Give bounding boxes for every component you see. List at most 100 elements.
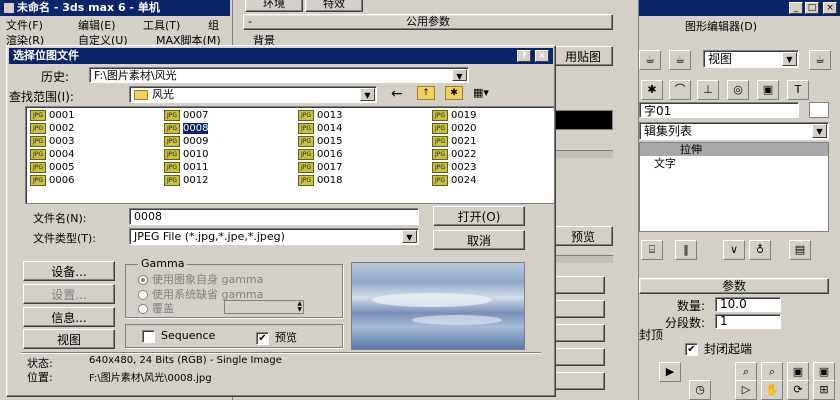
amount-input[interactable]: 10.0 — [715, 297, 781, 312]
file-item[interactable]: JPG 0008 — [164, 122, 210, 135]
file-item[interactable]: JPG 0005 — [30, 161, 74, 174]
side-button[interactable] — [553, 300, 605, 318]
view-menu-icon[interactable]: ▦▾ — [473, 86, 495, 100]
file-item[interactable]: JPG 0001 — [30, 109, 74, 122]
info-button[interactable]: 信息... — [23, 307, 115, 327]
file-item[interactable]: JPG 0017 — [298, 161, 342, 174]
view-button[interactable]: 视图 — [23, 329, 115, 349]
file-item[interactable]: JPG 0012 — [164, 174, 208, 187]
jpeg-file-icon: JPG — [432, 109, 448, 121]
file-item-label: 0010 — [183, 149, 209, 160]
open-button[interactable]: 打开(O) — [433, 206, 525, 226]
file-item-label: 0023 — [451, 162, 477, 173]
make-unique-icon[interactable]: ∨ — [723, 240, 745, 260]
remove-modifier-icon[interactable]: ♁ — [749, 240, 771, 260]
side-button[interactable] — [553, 324, 605, 342]
teapot-render-icon[interactable]: ☕ — [809, 50, 831, 70]
pin-stack-icon[interactable]: ⌸ — [641, 240, 663, 260]
maximize-viewport-icon[interactable]: ⊞ — [813, 380, 835, 400]
motion-tab-icon[interactable]: ◎ — [727, 80, 749, 100]
maximize-button[interactable]: □ — [805, 2, 819, 14]
history-dropdown[interactable]: F:\图片素材\风光 ▼ — [89, 67, 469, 83]
file-item[interactable]: JPG 0014 — [298, 122, 342, 135]
fov-icon[interactable]: ▷ — [735, 380, 757, 400]
cap-end-checkbox[interactable]: ✔ 封闭起端 — [685, 340, 752, 357]
object-color-swatch[interactable] — [809, 102, 829, 118]
pan-hand-icon[interactable]: ✋ — [761, 380, 783, 400]
file-item[interactable]: JPG 0024 — [432, 174, 476, 187]
file-item[interactable]: JPG 0015 — [298, 135, 342, 148]
file-item[interactable]: JPG 0019 — [432, 109, 476, 122]
use-map-button[interactable]: 用贴图 — [553, 46, 613, 66]
tab-environment[interactable]: 环境 — [245, 0, 303, 12]
color-swatch[interactable] — [553, 110, 613, 130]
devices-button[interactable]: 设备... — [23, 261, 115, 281]
file-item[interactable]: JPG 0023 — [432, 161, 476, 174]
file-item[interactable]: JPG 0004 — [30, 148, 74, 161]
zoom-extents-icon[interactable]: ▣ — [787, 362, 809, 382]
file-item[interactable]: JPG 0002 — [30, 122, 74, 135]
back-arrow-icon[interactable]: ← — [391, 86, 403, 102]
close-icon[interactable]: × — [823, 2, 837, 14]
zoom-all-icon[interactable]: ⌕ — [761, 362, 783, 382]
file-item[interactable]: JPG 0022 — [432, 148, 476, 161]
side-button[interactable] — [553, 276, 605, 294]
stack-item-text[interactable]: 文字 — [640, 157, 828, 170]
file-item[interactable]: JPG 0021 — [432, 135, 476, 148]
up-folder-icon[interactable]: ↑ — [417, 86, 435, 100]
file-item[interactable]: JPG 0016 — [298, 148, 342, 161]
show-end-result-icon[interactable]: ‖ — [675, 240, 697, 260]
file-item[interactable]: JPG 0010 — [164, 148, 208, 161]
filename-input[interactable]: 0008 — [129, 208, 419, 225]
menu-file[interactable]: 文件(F) — [6, 17, 43, 33]
play-icon[interactable]: ▶ — [659, 362, 681, 382]
minimize-button[interactable]: _ — [789, 2, 803, 14]
params-rollout[interactable]: 参数 — [639, 278, 829, 294]
hierarchy-tab-icon[interactable]: ⊥ — [697, 80, 719, 100]
new-folder-icon[interactable]: ✱ — [445, 86, 463, 100]
file-item[interactable]: JPG 0018 — [298, 174, 342, 187]
filetype-dropdown[interactable]: JPEG File (*.jpg,*.jpe,*.jpeg) ▼ — [129, 228, 419, 245]
file-list[interactable]: JPG 0001 JPG 0002 JPG 0003 JPG 0004 JPG 0005 JPG 00… — [25, 106, 555, 204]
file-item[interactable]: JPG 0003 — [30, 135, 74, 148]
arc-rotate-icon[interactable]: ⟳ — [787, 380, 809, 400]
zoom-icon[interactable]: ⌕ — [735, 362, 757, 382]
stack-item-extrude[interactable]: 拉伸 — [640, 143, 828, 156]
display-tab-icon[interactable]: ▣ — [757, 80, 779, 100]
menu-group[interactable]: 组 — [208, 17, 219, 33]
file-item[interactable]: JPG 0007 — [164, 109, 208, 122]
look-in-dropdown[interactable]: 风光 ▼ — [129, 86, 377, 103]
menu-edit[interactable]: 编辑(E) — [78, 17, 116, 33]
create-tab-icon[interactable]: ✱ — [641, 80, 663, 100]
zoom-extents-all-icon[interactable]: ▣ — [813, 362, 835, 382]
segments-input[interactable]: 1 — [715, 314, 781, 329]
modify-tab-icon[interactable]: ⌒ — [669, 80, 691, 100]
object-name-field[interactable]: 字01 — [639, 102, 799, 118]
preview-checkbox[interactable]: ✔ 预览 — [256, 329, 297, 345]
teapot-icon[interactable]: ☕ — [639, 50, 661, 70]
view-select[interactable]: 视图 ▼ — [703, 50, 799, 68]
time-config-icon[interactable]: ◷ — [689, 380, 711, 400]
rollout-common-params[interactable]: - 公用参数 — [243, 14, 613, 30]
file-item[interactable]: JPG 0009 — [164, 135, 208, 148]
side-button[interactable] — [553, 348, 605, 366]
configure-sets-icon[interactable]: ▤ — [789, 240, 811, 260]
help-button[interactable]: ? — [517, 50, 531, 62]
menu-graph-editors[interactable]: 图形编辑器(D) — [685, 18, 757, 34]
file-item[interactable]: JPG 0006 — [30, 174, 74, 187]
preview-button[interactable]: 预览 — [553, 226, 613, 246]
tab-effects[interactable]: 特效 — [305, 0, 363, 12]
side-button[interactable] — [553, 372, 605, 390]
jpeg-file-icon: JPG — [432, 161, 448, 173]
modifier-list-dropdown[interactable]: 辑集列表 ▼ — [639, 122, 829, 140]
menu-tools[interactable]: 工具(T) — [143, 17, 180, 33]
utilities-tab-icon[interactable]: T — [787, 80, 809, 100]
cancel-button[interactable]: 取消 — [433, 230, 525, 250]
file-item[interactable]: JPG 0013 — [298, 109, 342, 122]
sequence-checkbox[interactable]: Sequence — [142, 329, 215, 343]
dialog-close-button[interactable]: × — [535, 50, 549, 62]
render-icon[interactable]: ☕ — [669, 50, 691, 70]
file-item[interactable]: JPG 0011 — [164, 161, 208, 174]
jpeg-file-icon: JPG — [164, 135, 180, 147]
file-item[interactable]: JPG 0020 — [432, 122, 476, 135]
